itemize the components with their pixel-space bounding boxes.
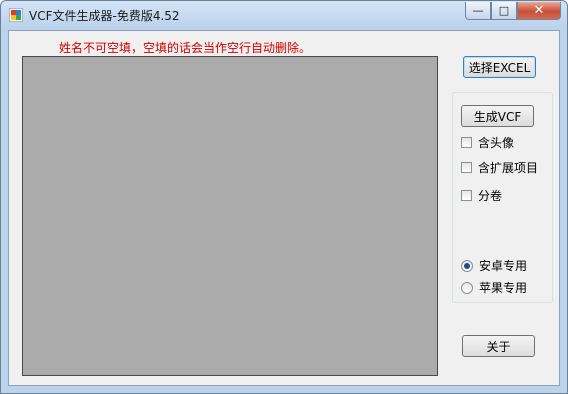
include-avatar-checkbox[interactable]: 含头像 bbox=[461, 134, 514, 151]
apple-radio-circle[interactable] bbox=[461, 281, 473, 294]
include-avatar-label: 含头像 bbox=[478, 136, 515, 150]
title-bar[interactable]: VCF文件生成器-免费版4.52 — □ ✕ bbox=[1, 1, 567, 29]
android-only-label: 安卓专用 bbox=[479, 259, 528, 273]
about-button[interactable]: 关于 bbox=[462, 335, 535, 357]
maximize-icon: □ bbox=[498, 4, 510, 17]
form-client-area: 姓名不可空填，空填的话会当作空行自动删除。 选择EXCEL 生成VCF 含头像 … bbox=[8, 30, 560, 386]
apple-only-radio[interactable]: 苹果专用 bbox=[461, 279, 527, 296]
include-extended-checkbox[interactable]: 含扩展项目 bbox=[461, 159, 538, 176]
include-avatar-checkbox-box[interactable] bbox=[461, 137, 472, 148]
include-extended-label: 含扩展项目 bbox=[478, 161, 539, 175]
android-radio-circle[interactable] bbox=[461, 259, 473, 272]
minimize-icon: — bbox=[472, 4, 484, 17]
include-extended-checkbox-box[interactable] bbox=[461, 162, 472, 173]
window-title: VCF文件生成器-免费版4.52 bbox=[29, 9, 180, 23]
app-window: VCF文件生成器-免费版4.52 — □ ✕ 姓名不可空填，空填的话会当作空行自… bbox=[0, 0, 568, 394]
split-volumes-checkbox[interactable]: 分卷 bbox=[461, 187, 502, 204]
app-icon bbox=[9, 8, 23, 22]
apple-only-label: 苹果专用 bbox=[479, 281, 528, 295]
split-volumes-label: 分卷 bbox=[478, 189, 503, 203]
notice-text: 姓名不可空填，空填的话会当作空行自动删除。 bbox=[59, 41, 312, 55]
close-icon: ✕ bbox=[533, 3, 545, 18]
caption-buttons: — □ ✕ bbox=[465, 2, 561, 21]
data-preview-pane[interactable] bbox=[22, 56, 438, 376]
select-excel-button[interactable]: 选择EXCEL bbox=[463, 56, 536, 78]
minimize-button[interactable]: — bbox=[465, 2, 491, 20]
close-button[interactable]: ✕ bbox=[517, 2, 561, 20]
maximize-button[interactable]: □ bbox=[491, 2, 517, 20]
split-volumes-checkbox-box[interactable] bbox=[461, 190, 472, 201]
android-only-radio[interactable]: 安卓专用 bbox=[461, 257, 527, 274]
generate-vcf-button[interactable]: 生成VCF bbox=[461, 105, 534, 127]
